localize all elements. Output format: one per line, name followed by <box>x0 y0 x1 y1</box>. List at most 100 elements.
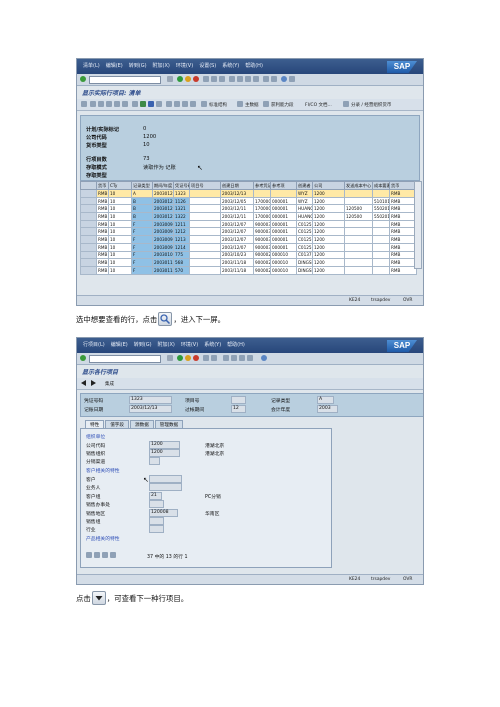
menu-item[interactable]: 设置(S) <box>199 62 216 69</box>
prev-page-icon[interactable] <box>237 76 243 82</box>
shortcut-icon[interactable] <box>271 76 277 82</box>
table-scrollbar[interactable] <box>414 181 422 269</box>
column-header[interactable]: 凭证号码 <box>173 181 190 190</box>
last-page-icon[interactable] <box>253 76 259 82</box>
select-layout-icon[interactable] <box>174 101 180 107</box>
prev-entry-icon[interactable] <box>94 552 100 558</box>
standard-structure-icon[interactable] <box>201 101 207 107</box>
next-page-icon[interactable] <box>239 355 245 361</box>
master-data-icon[interactable] <box>237 101 243 107</box>
exit-icon[interactable] <box>185 355 191 361</box>
row-selector[interactable] <box>80 204 97 214</box>
help-icon[interactable] <box>281 76 287 82</box>
cancel-icon[interactable] <box>193 76 199 82</box>
first-page-icon[interactable] <box>223 355 229 361</box>
profitability-segment-button[interactable]: 获利能力段 <box>271 102 294 108</box>
row-selector[interactable] <box>80 242 97 252</box>
column-header[interactable]: 期间/年度 <box>152 181 174 190</box>
last-page-icon[interactable] <box>247 355 253 361</box>
fi-co-document-button[interactable]: FI/CO 文档... <box>305 102 332 108</box>
enter-icon[interactable] <box>80 355 86 361</box>
column-header[interactable]: 参考项 <box>270 181 297 190</box>
column-header[interactable]: 成本要素 <box>372 181 390 190</box>
row-selector[interactable] <box>80 227 97 237</box>
prev-page-icon[interactable] <box>231 355 237 361</box>
exit-icon[interactable] <box>185 76 191 82</box>
currency-icon[interactable] <box>343 101 349 107</box>
table-row[interactable]: RMB10F200300912112003/12/079000035100000… <box>80 219 417 229</box>
save-icon[interactable] <box>167 355 173 361</box>
row-selector[interactable] <box>80 265 97 275</box>
row-selector[interactable] <box>80 250 97 260</box>
column-header[interactable]: 发送成本中心 <box>344 181 373 190</box>
help-icon[interactable] <box>261 355 267 361</box>
change-layout-icon[interactable] <box>166 101 172 107</box>
table-row[interactable]: RMB10F20030115702003/11/1890000242000010… <box>80 265 417 275</box>
word-icon[interactable] <box>148 101 154 107</box>
standard-structure-button[interactable]: 标准结构 <box>209 102 227 108</box>
row-selector[interactable] <box>80 212 97 221</box>
cancel-icon[interactable] <box>193 355 199 361</box>
new-session-icon[interactable] <box>263 76 269 82</box>
menu-item[interactable]: 编辑(E) <box>106 62 123 69</box>
menu-item[interactable]: 附加(X) <box>158 341 175 348</box>
print-icon[interactable] <box>203 76 209 82</box>
back-icon[interactable] <box>177 355 183 361</box>
table-row[interactable]: RMB10F20030107752003/10/2390000274000010… <box>80 250 417 260</box>
command-field[interactable] <box>89 355 161 363</box>
command-field[interactable] <box>89 76 161 84</box>
menu-item[interactable]: 编辑(E) <box>111 341 128 348</box>
save-icon[interactable] <box>167 76 173 82</box>
sum-icon[interactable] <box>114 101 120 107</box>
back-icon[interactable] <box>177 76 183 82</box>
table-row[interactable]: RMB10F20030115682003/11/1890000240000010… <box>80 258 417 267</box>
next-page-icon[interactable] <box>245 76 251 82</box>
detail-icon[interactable] <box>81 101 87 107</box>
first-page-icon[interactable] <box>229 76 235 82</box>
last-entry-icon[interactable] <box>110 552 116 558</box>
menu-item[interactable]: 系统(Y) <box>204 341 221 348</box>
print-icon[interactable] <box>203 355 209 361</box>
master-data-button[interactable]: 主数据 <box>245 102 259 108</box>
subtotal-icon[interactable] <box>122 101 128 107</box>
find-icon[interactable] <box>211 355 217 361</box>
layout-icon[interactable] <box>289 76 295 82</box>
print-preview-icon[interactable] <box>132 101 138 107</box>
menu-item[interactable]: 行项目(L) <box>83 341 105 348</box>
info-icon[interactable] <box>190 101 196 107</box>
menu-item[interactable]: 环境(V) <box>176 62 193 69</box>
sort-asc-icon[interactable] <box>90 101 96 107</box>
row-selector[interactable] <box>80 196 97 206</box>
menu-item[interactable]: 清单(L) <box>83 62 100 69</box>
table-row[interactable]: RMB10F200300912142003/12/079000035400000… <box>80 242 417 252</box>
find-next-icon[interactable] <box>219 76 225 82</box>
integration-button[interactable]: 集成 <box>105 381 114 387</box>
table-row[interactable]: RMB10F200300912132003/12/079000035300000… <box>80 235 417 244</box>
table-row[interactable]: RMB10B200301211262003/12/051700000008000… <box>80 196 417 206</box>
table-row[interactable]: RMB10B200301213212003/12/111700000024000… <box>80 204 417 214</box>
row-selector-header[interactable] <box>80 181 97 190</box>
prev-item-icon[interactable] <box>81 380 86 386</box>
table-row[interactable]: RMB 10 A 2003012 1323 2003/12/13 WYZ 1200 RMB <box>80 189 417 198</box>
first-entry-icon[interactable] <box>86 552 92 558</box>
table-row[interactable]: RMB10B200301213222003/12/111700000048000… <box>80 212 417 221</box>
profitability-segment-icon[interactable] <box>263 101 269 107</box>
row-selector[interactable] <box>80 258 97 267</box>
column-header[interactable]: 创建者 <box>296 181 313 190</box>
column-header[interactable]: 创建日期 <box>220 181 254 190</box>
excel-icon[interactable] <box>140 101 146 107</box>
column-header[interactable]: 项目号 <box>189 181 221 190</box>
row-selector[interactable] <box>80 235 97 244</box>
menu-item[interactable]: 帮助(H) <box>227 341 245 348</box>
menu-item[interactable]: 帮助(H) <box>245 62 263 69</box>
next-item-icon[interactable] <box>91 380 96 386</box>
sort-desc-icon[interactable] <box>98 101 104 107</box>
menu-item[interactable]: 系统(Y) <box>222 62 239 69</box>
next-entry-icon[interactable] <box>102 552 108 558</box>
column-header[interactable]: 参考凭证号 <box>253 181 271 190</box>
menu-item[interactable]: 附加(X) <box>153 62 170 69</box>
column-header[interactable]: 公司 <box>312 181 345 190</box>
row-selector[interactable] <box>80 219 97 229</box>
currency-button[interactable]: 分录 / 经营组织货币 <box>351 102 391 108</box>
enter-icon[interactable] <box>80 76 86 82</box>
